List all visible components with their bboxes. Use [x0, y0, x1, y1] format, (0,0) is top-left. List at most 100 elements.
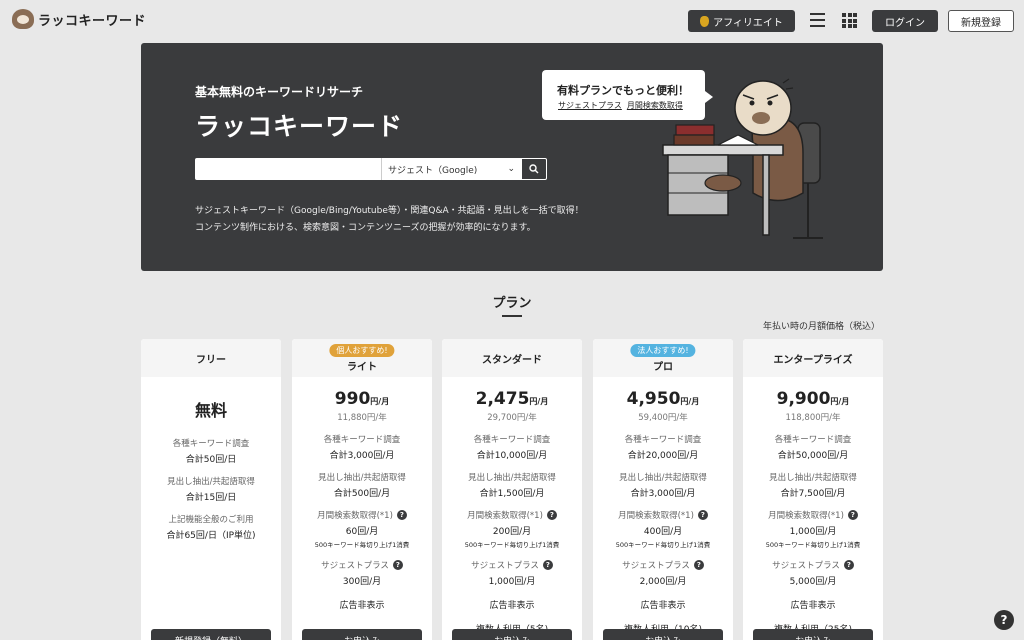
chevron-down-icon: ⌄ — [507, 164, 515, 174]
feature-label: 各種キーワード調査 — [172, 439, 250, 449]
feature-value: 合計1,500回/月 — [479, 489, 545, 499]
feature-label: 各種キーワード調査 — [473, 435, 551, 445]
plan-card-free: フリー 無料 各種キーワード調査 合計50回/日 見出し抽出/共起語取得 合計1… — [141, 339, 281, 640]
plan-price: 9,900円/月 — [743, 389, 883, 409]
price-amount: 990 — [334, 389, 371, 409]
section-divider — [502, 315, 522, 317]
feature-value: 60回/月 — [345, 527, 379, 537]
moneybag-icon — [700, 15, 710, 27]
apps-grid-icon[interactable] — [842, 13, 857, 28]
question-icon[interactable]: ? — [847, 510, 858, 520]
feature-value: 合計50,000回/月 — [777, 451, 849, 461]
feature-value: 1,000回/月 — [488, 577, 536, 587]
price-yearly: 59,400円/年 — [638, 413, 688, 423]
search-type-value: サジェスト（Google) — [388, 165, 478, 176]
feature-label: 見出し抽出/共起語取得 — [619, 473, 707, 483]
plan-apply-button[interactable]: お申込み — [302, 629, 422, 640]
plan-apply-button[interactable]: お申込み — [452, 629, 572, 640]
feature-label: 各種キーワード調査 — [774, 435, 852, 445]
question-icon[interactable]: ? — [542, 560, 553, 570]
hero-description: サジェストキーワード（Google/Bing/Youtube等）・関連Q&A・共… — [195, 203, 584, 237]
logo-text: ラッコキーワード — [38, 13, 147, 29]
question-icon[interactable]: ? — [697, 510, 708, 520]
feature-value: 合計65回/日（IP単位) — [166, 531, 256, 541]
plan-card-enterprise: エンタープライズ 9,900円/月 118,800円/年 各種キーワード調査 合… — [743, 339, 883, 640]
feature-label-row: 月間検索数取得(*1)? — [292, 509, 432, 521]
plan-card-pro: 法人おすすめ! プロ 4,950円/月 59,400円/年 各種キーワード調査 … — [593, 339, 733, 640]
hero-desc-line1: サジェストキーワード（Google/Bing/Youtube等）・関連Q&A・共… — [195, 206, 584, 216]
price-amount: 4,950 — [626, 389, 681, 409]
feature-value: 1,000回/月 — [789, 527, 837, 537]
feature-label: 月間検索数取得(*1) — [618, 511, 694, 521]
hero-desc-line2: コンテンツ制作における、検索意図・コンテンツニーズの把握が効率的になります。 — [195, 223, 536, 233]
price-yearly: 29,700円/年 — [487, 413, 537, 423]
search-bar: サジェスト（Google) ⌄ — [195, 158, 547, 180]
promo-link-suggest-plus[interactable]: サジェストプラス — [558, 100, 622, 111]
plan-apply-button[interactable]: お申込み — [753, 629, 873, 640]
price-amount: 9,900 — [776, 389, 831, 409]
price-amount: 2,475 — [475, 389, 530, 409]
feature-value: 合計10,000回/月 — [476, 451, 548, 461]
feature-label: 見出し抽出/共起語取得 — [318, 473, 406, 483]
feature-label: 各種キーワード調査 — [323, 435, 401, 445]
affiliate-button[interactable]: アフィリエイト — [688, 10, 795, 32]
recommend-badge: 個人おすすめ! — [329, 344, 395, 357]
feature-note: 500キーワード毎切り上げ1消費 — [615, 541, 711, 549]
feature-label-row: 月間検索数取得(*1)? — [442, 509, 582, 521]
question-icon[interactable]: ? — [396, 510, 407, 520]
question-icon[interactable]: ? — [693, 560, 704, 570]
plan-price: 4,950円/月 — [593, 389, 733, 409]
search-type-select[interactable]: サジェスト（Google) ⌄ — [381, 158, 521, 180]
feature-label: 月間検索数取得(*1) — [768, 511, 844, 521]
price-yearly: 11,880円/年 — [337, 413, 387, 423]
feature-label: サジェストプラス — [622, 561, 690, 571]
otter-mascot-illustration — [662, 78, 823, 239]
register-button[interactable]: 新規登録 — [948, 10, 1014, 32]
help-button[interactable]: ? — [994, 610, 1014, 630]
feature-label: 見出し抽出/共起語取得 — [167, 477, 255, 487]
feature-value: 合計15回/日 — [185, 493, 237, 503]
no-ads-label: 広告非表示 — [790, 601, 836, 611]
site-header: ラッコキーワード アフィリエイト ログイン 新規登録 — [0, 0, 1024, 42]
plan-name: エンタープライズ — [743, 339, 883, 377]
price-unit: 円/月 — [830, 397, 850, 406]
feature-value: 合計20,000回/月 — [627, 451, 699, 461]
price-yearly: 118,800円/年 — [785, 413, 841, 423]
plan-register-button[interactable]: 新規登録（無料） — [151, 629, 271, 640]
plans-section-title: プラン — [492, 296, 532, 311]
price-note: 年払い時の月額価格（税込） — [763, 322, 881, 332]
feature-label: 見出し抽出/共起語取得 — [769, 473, 857, 483]
affiliate-label: アフィリエイト — [713, 17, 783, 29]
hero-subtitle: 基本無料のキーワードリサーチ — [195, 85, 364, 99]
plan-name: フリー — [141, 339, 281, 377]
question-icon[interactable]: ? — [843, 560, 854, 570]
no-ads-label: 広告非表示 — [640, 601, 686, 611]
question-icon[interactable]: ? — [546, 510, 557, 520]
no-ads-label: 広告非表示 — [339, 601, 385, 611]
plan-price: 2,475円/月 — [442, 389, 582, 409]
feature-value: 400回/月 — [643, 527, 683, 537]
plan-price: 990円/月 — [292, 389, 432, 409]
search-icon — [529, 164, 539, 174]
hero-banner: 基本無料のキーワードリサーチ ラッコキーワード サジェスト（Google) ⌄ … — [141, 43, 883, 271]
price-unit: 円/月 — [370, 397, 390, 406]
feature-value: 合計3,000回/月 — [329, 451, 395, 461]
hero-title: ラッコキーワード — [195, 112, 404, 141]
search-button[interactable] — [521, 158, 547, 180]
feature-label: 月間検索数取得(*1) — [467, 511, 543, 521]
plan-card-light: 個人おすすめ! ライト 990円/月 11,880円/年 各種キーワード調査 合… — [292, 339, 432, 640]
feature-value: 5,000回/月 — [789, 577, 837, 587]
question-icon[interactable]: ? — [392, 560, 403, 570]
feature-label: 見出し抽出/共起語取得 — [468, 473, 556, 483]
recommend-badge: 法人おすすめ! — [630, 344, 696, 357]
feature-note: 500キーワード毎切り上げ1消費 — [464, 541, 560, 549]
feature-label-row: サジェストプラス? — [292, 559, 432, 571]
plan-apply-button[interactable]: お申込み — [603, 629, 723, 640]
feature-value: 2,000回/月 — [639, 577, 687, 587]
no-ads-label: 広告非表示 — [489, 601, 535, 611]
login-button[interactable]: ログイン — [872, 10, 938, 32]
search-input[interactable] — [195, 158, 381, 180]
site-logo[interactable]: ラッコキーワード — [12, 9, 146, 29]
feature-value: 300回/月 — [342, 577, 382, 587]
hamburger-menu-icon[interactable] — [810, 13, 825, 27]
